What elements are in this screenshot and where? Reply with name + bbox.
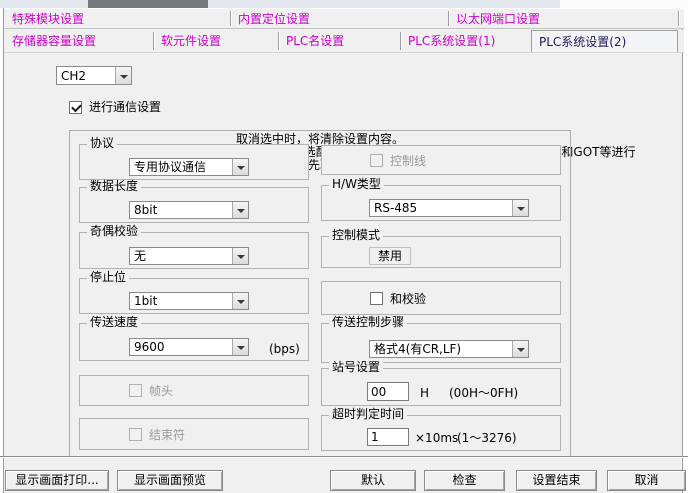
tab-device[interactable]: 软元件设置 <box>154 30 278 52</box>
terminator-label: 结束符 <box>149 429 185 442</box>
control-line-checkbox[interactable] <box>370 154 383 167</box>
group-data-length-label: 数据长度 <box>87 180 141 193</box>
header-label: 帧头 <box>149 385 173 398</box>
parent-window-fragment <box>88 0 208 8</box>
baud-rate-value: 9600 <box>134 340 165 355</box>
group-protocol: 协议 专用协议通信 <box>79 144 309 180</box>
bottom-divider <box>0 456 688 458</box>
chevron-down-icon[interactable] <box>512 341 528 357</box>
group-parity: 奇偶校验 无 <box>79 232 309 269</box>
group-timeout-label: 超时判定时间 <box>329 408 407 421</box>
control-line-label: 控制线 <box>390 155 426 168</box>
tab-plc-name[interactable]: PLC名设置 <box>279 30 400 52</box>
screen-print-button[interactable]: 显示画面打印... <box>5 470 109 491</box>
group-stop-bit: 停止位 1bit <box>79 278 309 314</box>
transmission-control-value: 格式4(有CR,LF) <box>374 342 461 357</box>
timeout-unit: ×10ms <box>415 432 458 445</box>
tab-row-2: 存储器容量设置 软元件设置 PLC名设置 PLC系统设置(1) PLC系统设置(… <box>4 30 684 53</box>
plc-parameter-dialog: 特殊模块设置 内置定位设置 以太网端口设置 存储器容量设置 软元件设置 PLC名… <box>3 8 683 493</box>
parent-window-fragment-light <box>560 0 688 8</box>
chevron-down-icon[interactable] <box>512 200 528 216</box>
sum-check-checkbox[interactable] <box>370 292 383 305</box>
group-control-mode-label: 控制模式 <box>329 229 383 242</box>
cancel-button[interactable]: 取消 <box>607 470 686 491</box>
chevron-down-icon[interactable] <box>115 67 131 84</box>
group-station-number: 站号设置 H (00H～0FH) <box>321 368 561 406</box>
data-length-value: 8bit <box>134 203 157 218</box>
chevron-down-icon[interactable] <box>232 202 248 218</box>
group-parity-label: 奇偶校验 <box>87 225 141 238</box>
group-control-mode: 控制模式 禁用 <box>321 236 561 268</box>
screen-preview-button[interactable]: 显示画面预览 <box>117 470 223 491</box>
channel-select-value: CH2 <box>61 69 86 84</box>
terminator-checkbox[interactable] <box>129 428 142 441</box>
protocol-select[interactable]: 专用协议通信 <box>129 158 249 176</box>
group-protocol-label: 协议 <box>87 137 117 150</box>
control-mode-field: 禁用 <box>369 247 411 265</box>
tab-builtin-positioning[interactable]: 内置定位设置 <box>231 9 448 28</box>
baud-rate-unit: (bps) <box>269 343 300 356</box>
transmission-control-select[interactable]: 格式4(有CR,LF) <box>369 340 529 358</box>
default-button[interactable]: 默认 <box>330 470 416 491</box>
group-transmission-control: 传送控制步骤 格式4(有CR,LF) <box>321 323 561 363</box>
chevron-down-icon[interactable] <box>232 248 248 264</box>
stop-bit-select[interactable]: 1bit <box>129 292 249 310</box>
group-terminator: 结束符 <box>79 418 309 450</box>
group-hw-type-label: H/W类型 <box>329 178 384 191</box>
group-data-length: 数据长度 8bit <box>79 187 309 223</box>
tab-row-1: 特殊模块设置 内置定位设置 以太网端口设置 <box>4 8 684 29</box>
tab-plc-system-2[interactable]: PLC系统设置(2) <box>531 30 678 52</box>
tab-memory-capacity[interactable]: 存储器容量设置 <box>5 30 153 52</box>
group-sum-check: 和校验 <box>321 281 561 315</box>
group-baud-rate: 传送速度 9600 (bps) <box>79 323 309 361</box>
group-control-line: 控制线 <box>321 145 561 175</box>
tab-separator <box>678 11 679 26</box>
baud-rate-select[interactable]: 9600 <box>129 338 249 356</box>
group-baud-rate-label: 传送速度 <box>87 316 141 329</box>
stop-bit-value: 1bit <box>134 294 157 309</box>
group-station-number-label: 站号设置 <box>329 361 383 374</box>
station-number-unit: H <box>420 387 429 400</box>
check-button[interactable]: 检查 <box>424 470 505 491</box>
channel-select[interactable]: CH2 <box>56 66 132 85</box>
station-number-range: (00H～0FH) <box>449 387 518 400</box>
group-transmission-control-label: 传送控制步骤 <box>329 316 407 329</box>
parent-window-strip <box>0 0 688 8</box>
enable-communication-checkbox[interactable] <box>69 101 82 114</box>
tab-ethernet-port[interactable]: 以太网端口设置 <box>449 9 678 28</box>
setting-end-button[interactable]: 设置结束 <box>516 470 597 491</box>
data-length-select[interactable]: 8bit <box>129 201 249 219</box>
chevron-down-icon[interactable] <box>232 339 248 355</box>
protocol-value: 专用协议通信 <box>134 160 206 175</box>
header-checkbox[interactable] <box>129 384 142 397</box>
group-header: 帧头 <box>79 375 309 406</box>
sum-check-label: 和校验 <box>390 293 426 306</box>
parity-value: 无 <box>134 249 146 264</box>
hw-type-select[interactable]: RS-485 <box>369 199 529 217</box>
hw-type-value: RS-485 <box>374 201 417 216</box>
station-number-input[interactable] <box>367 382 409 401</box>
group-timeout: 超时判定时间 ×10ms (1～3276) <box>321 415 561 451</box>
timeout-input[interactable] <box>367 428 409 446</box>
tab-content: CH2 进行通信设置 取消选中时，将清除设置内容。 (使用FX用的选配插板等，并… <box>4 53 684 493</box>
group-hw-type: H/W类型 RS-485 <box>321 185 561 221</box>
plc-settings-window: 特殊模块设置 内置定位设置 以太网端口设置 存储器容量设置 软元件设置 PLC名… <box>0 0 688 493</box>
group-stop-bit-label: 停止位 <box>87 271 129 284</box>
chevron-down-icon[interactable] <box>232 159 248 175</box>
parity-select[interactable]: 无 <box>129 247 249 265</box>
tab-plc-system-1[interactable]: PLC系统设置(1) <box>401 30 531 52</box>
enable-communication-label: 进行通信设置 <box>89 101 161 114</box>
chevron-down-icon[interactable] <box>232 293 248 309</box>
timeout-range: (1～3276) <box>457 432 517 445</box>
tab-special-module[interactable]: 特殊模块设置 <box>5 9 230 28</box>
